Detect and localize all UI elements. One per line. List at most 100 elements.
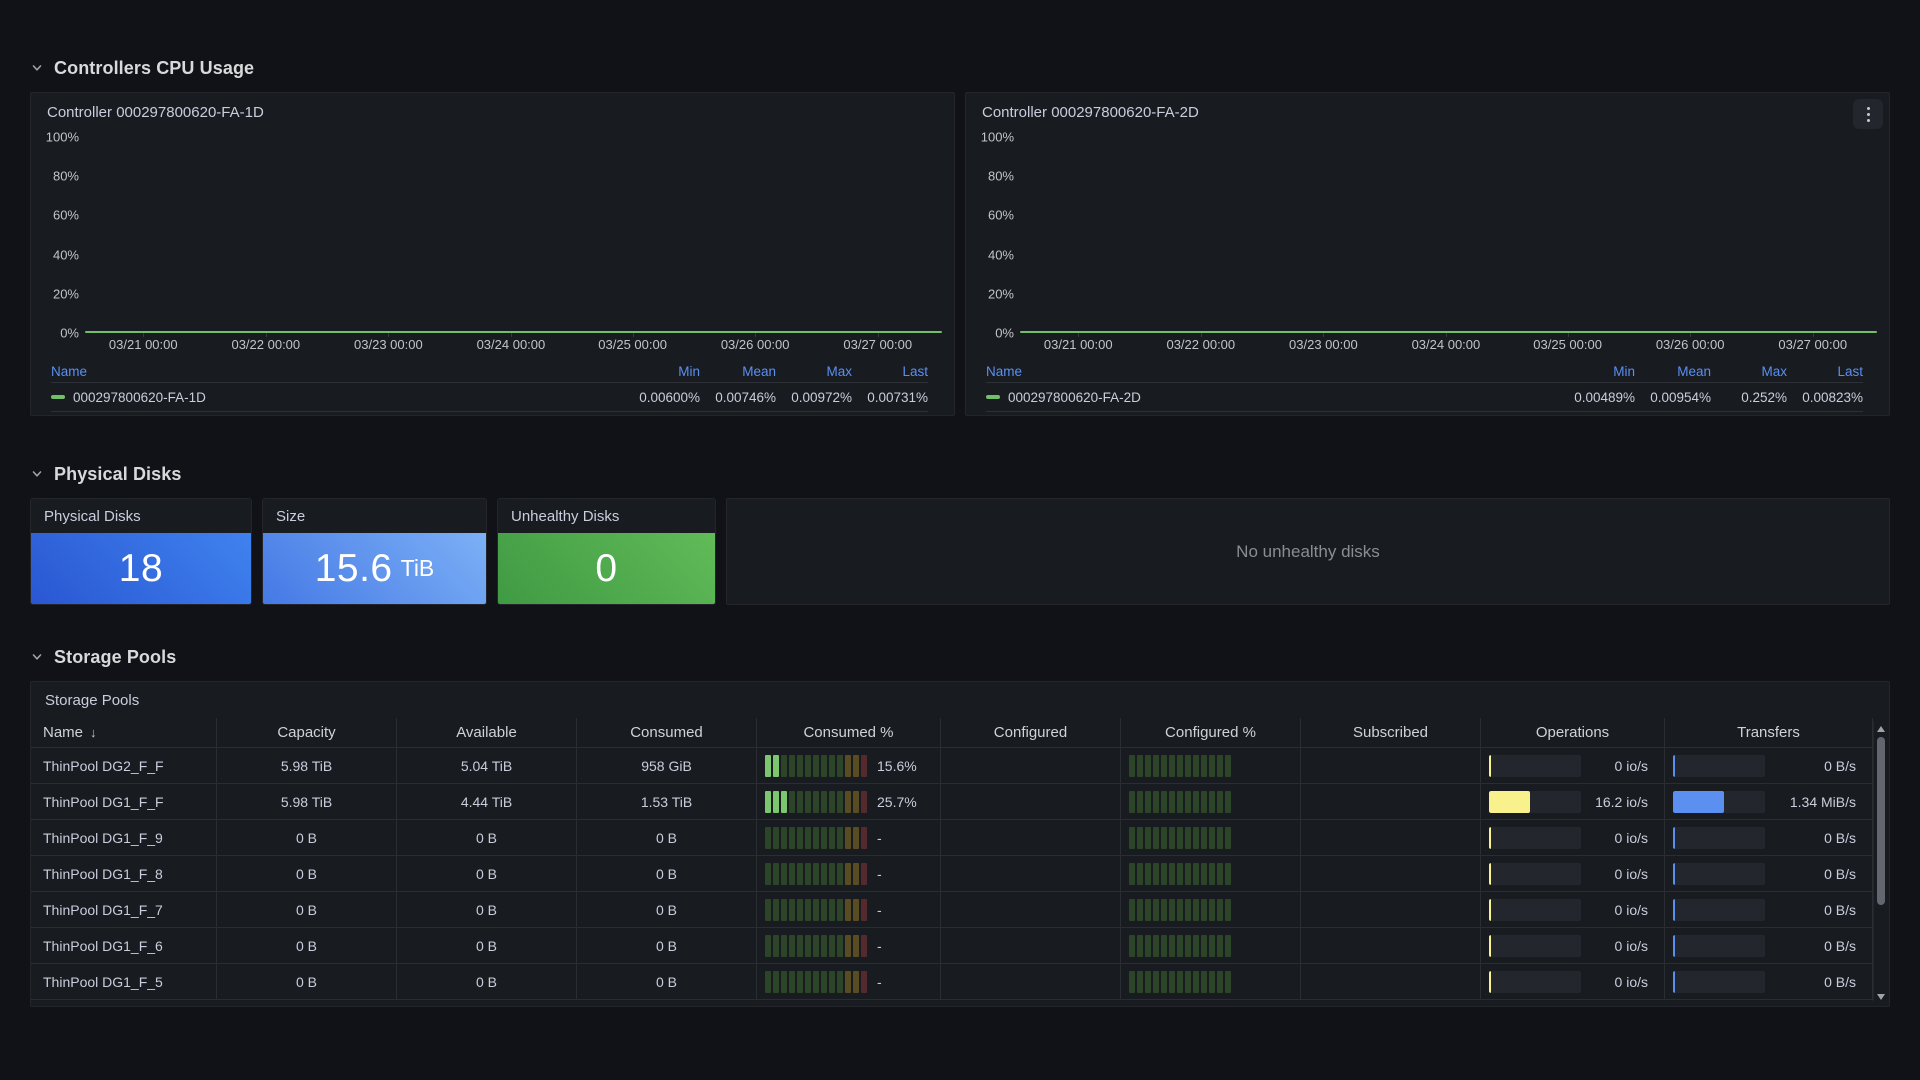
legend-stat-header[interactable]: Mean [1635,364,1711,379]
row-header-controllers-cpu[interactable]: Controllers CPU Usage [30,54,1890,82]
bar-gauge-track [1673,935,1765,957]
column-header-subscribed[interactable]: Subscribed [1301,718,1481,748]
lcd-gauge-segment [797,935,803,957]
panel-title[interactable]: Controller 000297800620-FA-1D [47,104,264,121]
y-axis-tick-label: 80% [53,169,79,184]
stat-panel-header: Physical Disks [31,499,251,533]
lcd-gauge-segment [1153,791,1159,813]
panel-title[interactable]: Storage Pools [31,682,1889,718]
legend-series-name[interactable]: 000297800620-FA-2D [1008,390,1141,405]
lcd-gauge-segment [813,827,819,849]
column-header-available[interactable]: Available [397,718,577,748]
lcd-gauge-segment [1209,935,1215,957]
legend-stat-header[interactable]: Last [1787,364,1863,379]
y-axis-tick-label: 100% [46,130,79,145]
column-header-label: Consumed [630,724,703,741]
section-title: Storage Pools [54,647,176,668]
cell-capacity: 0 B [217,820,397,856]
cell-consumed-pct: - [757,964,941,1000]
section-controllers-cpu: Controllers CPU Usage Controller 0002978… [30,0,1890,416]
column-header-label: Available [456,724,517,741]
lcd-gauge-segment [813,971,819,993]
legend-stat-header[interactable]: Mean [700,364,776,379]
panel-menu-button[interactable] [1853,99,1883,129]
lcd-gauge-segment [829,827,835,849]
lcd-gauge-segment [1177,791,1183,813]
consumed-pct-value: - [877,866,882,882]
x-axis-tick-label: 03/25 00:00 [1533,337,1602,352]
legend-series-name[interactable]: 000297800620-FA-1D [73,390,206,405]
column-header-consumed[interactable]: Consumed [577,718,757,748]
lcd-gauge-segment [805,935,811,957]
legend-stat-value: 0.00972% [776,390,852,405]
column-header-transfers[interactable]: Transfers [1665,718,1873,748]
lcd-gauge-segment [1193,755,1199,777]
column-header-label: Transfers [1737,724,1800,741]
legend-stat-header[interactable]: Max [776,364,852,379]
column-header-configured[interactable]: Configured [941,718,1121,748]
lcd-gauge-segment [1177,827,1183,849]
lcd-gauge [1129,899,1231,921]
bar-gauge-track [1489,863,1581,885]
lcd-gauge-segment [813,935,819,957]
lcd-gauge-segment [1145,863,1151,885]
lcd-gauge-segment [853,971,859,993]
column-header-name[interactable]: Name↓ [31,718,217,748]
lcd-gauge-segment [1201,863,1207,885]
bar-gauge-track [1673,863,1765,885]
legend-stat-header[interactable]: Max [1711,364,1787,379]
stat-title: Unhealthy Disks [511,508,619,525]
lcd-gauge [765,863,867,885]
stat-panel: Unhealthy Disks0 [497,498,716,605]
legend-stat-header[interactable]: Min [1559,364,1635,379]
cell-available: 5.04 TiB [397,748,577,784]
scrollbar-thumb[interactable] [1877,737,1885,905]
lcd-gauge-segment [1185,791,1191,813]
cell-available: 0 B [397,964,577,1000]
lcd-gauge-segment [1137,971,1143,993]
panel-title[interactable]: Controller 000297800620-FA-2D [982,104,1199,121]
cell-configured-pct [1121,820,1301,856]
lcd-gauge-segment [861,971,867,993]
column-header-consumed-[interactable]: Consumed % [757,718,941,748]
row-header-storage-pools[interactable]: Storage Pools [30,643,1890,671]
column-header-label: Operations [1536,724,1609,741]
scrollbar-up-arrow-icon[interactable] [1877,726,1885,732]
lcd-gauge-segment [1217,899,1223,921]
legend-stat-header[interactable]: Min [624,364,700,379]
cell-configured-pct [1121,928,1301,964]
legend-stat-header[interactable]: Last [852,364,928,379]
lcd-gauge-segment [773,863,779,885]
cell-configured [941,820,1121,856]
legend-name-header[interactable]: Name [986,364,1022,379]
column-header-capacity[interactable]: Capacity [217,718,397,748]
lcd-gauge-segment [781,791,787,813]
lcd-gauge-segment [1217,755,1223,777]
row-header-physical-disks[interactable]: Physical Disks [30,460,1890,488]
column-header-configured-[interactable]: Configured % [1121,718,1301,748]
cell-transfers: 1.34 MiB/s [1665,784,1873,820]
bar-gauge-fill [1673,863,1675,885]
bar-gauge-track [1673,971,1765,993]
lcd-gauge-segment [781,755,787,777]
lcd-gauge-segment [1185,971,1191,993]
scrollbar-down-arrow-icon[interactable] [1877,994,1885,1000]
bar-gauge-track [1489,935,1581,957]
grafana-dashboard: Controllers CPU Usage Controller 0002978… [0,0,1920,1007]
sort-descending-icon: ↓ [90,725,97,740]
section-physical-disks: Physical Disks Physical Disks18Size15.6T… [30,460,1890,605]
lcd-gauge-segment [1137,935,1143,957]
legend-name-header[interactable]: Name [51,364,87,379]
lcd-gauge-segment [789,791,795,813]
lcd-gauge-segment [1193,827,1199,849]
column-header-operations[interactable]: Operations [1481,718,1665,748]
cell-available: 0 B [397,856,577,892]
lcd-gauge-segment [829,935,835,957]
bar-gauge-track [1489,791,1581,813]
stat-panel-header: Unhealthy Disks [498,499,715,533]
transfers-value: 0 B/s [1765,974,1856,990]
legend-stat-value: 0.00731% [852,390,928,405]
bar-gauge-fill [1673,899,1675,921]
legend: Name MinMeanMaxLast 000297800620-FA-1D 0.00… [31,361,954,412]
lcd-gauge [1129,935,1231,957]
